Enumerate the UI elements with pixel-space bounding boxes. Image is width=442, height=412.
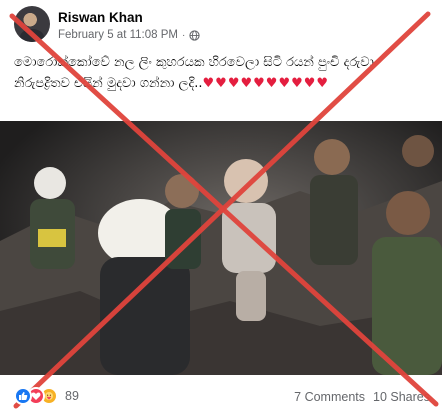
post-meta: February 5 at 11:08 PM · <box>58 29 200 41</box>
post-photo[interactable] <box>0 121 442 375</box>
meta-separator: · <box>181 29 186 41</box>
avatar[interactable] <box>14 6 50 42</box>
shares-link[interactable]: 10 Shares <box>373 390 430 404</box>
post-header: Riswan Khan February 5 at 11:08 PM · <box>0 0 442 46</box>
engagement-stats: 7 Comments 10 Shares <box>294 390 430 404</box>
like-icon <box>14 387 32 405</box>
caption-hearts: ♥♥♥♥♥♥♥♥♥♥ <box>202 76 330 91</box>
author-name[interactable]: Riswan Khan <box>58 10 143 25</box>
globe-icon[interactable] <box>189 29 200 41</box>
post-footer: 89 7 Comments 10 Shares <box>0 381 442 412</box>
rescue-scene-image <box>0 121 442 375</box>
comments-link[interactable]: 7 Comments <box>294 390 365 404</box>
post-caption: මොරොක්කෝවේ නල ලිං කුහරයක හිරවෙලා සිටි රය… <box>14 52 432 94</box>
reactions-summary[interactable]: 89 <box>14 387 79 405</box>
post-timestamp[interactable]: February 5 at 11:08 PM <box>58 29 178 41</box>
reaction-count: 89 <box>65 389 79 403</box>
